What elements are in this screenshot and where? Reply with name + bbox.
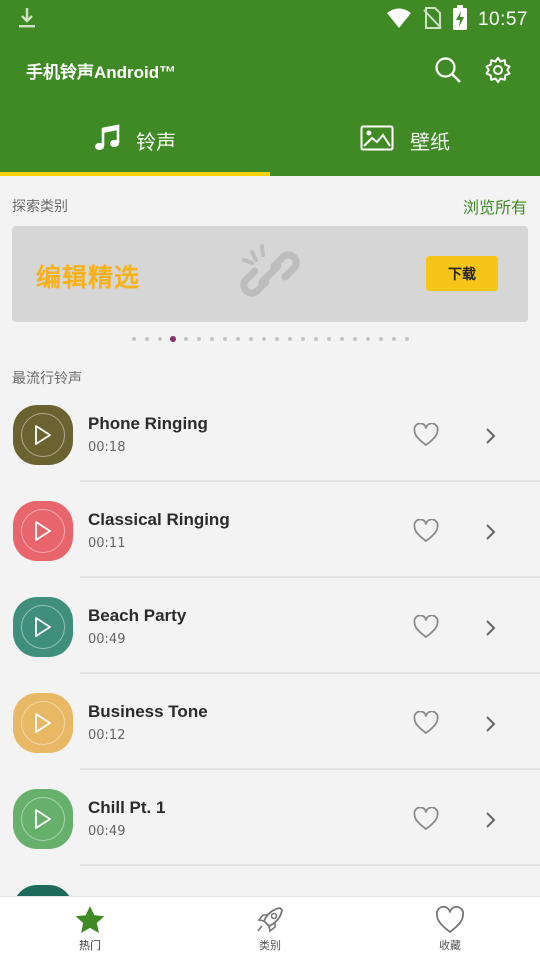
pager-dot <box>352 337 357 341</box>
ringtone-name: Beach Party <box>88 606 187 625</box>
music-note-icon <box>94 124 120 156</box>
heart-icon[interactable] <box>413 518 439 547</box>
no-sim-icon <box>422 6 442 34</box>
play-icon <box>35 617 51 637</box>
bottom-nav: 热门 类别 收藏 <box>0 896 540 960</box>
play-button[interactable] <box>13 501 73 561</box>
play-icon <box>35 425 51 445</box>
play-button[interactable] <box>13 405 73 465</box>
pager-dot <box>339 337 344 341</box>
pager-dot <box>261 337 266 341</box>
heart-icon[interactable] <box>413 422 439 451</box>
play-icon <box>35 809 51 829</box>
heart-icon <box>434 905 466 939</box>
chevron-right-icon[interactable] <box>485 523 497 545</box>
list-item[interactable]: Chill Pt. 1 00:49 <box>0 770 540 866</box>
app-title: 手机铃声Android™ <box>26 63 177 82</box>
banner-title: 编辑精选 <box>36 263 141 292</box>
browse-all-link[interactable]: 浏览所有 <box>463 194 527 218</box>
ringtone-duration: 00:49 <box>88 632 126 647</box>
ringtone-name: Phone Ringing <box>88 414 208 433</box>
play-button[interactable] <box>13 789 73 849</box>
ringtone-duration: 00:12 <box>88 728 126 743</box>
chevron-right-icon[interactable] <box>485 811 497 833</box>
nav-label: 类别 <box>259 939 281 952</box>
pager-dot <box>287 337 292 341</box>
list-item[interactable]: Phone Ringing 00:18 <box>0 386 540 482</box>
tab-label: 壁纸 <box>410 129 450 154</box>
list-item[interactable]: Classical Ringing 00:11 <box>0 482 540 578</box>
ringtone-name: Classical Ringing <box>88 510 230 529</box>
nav-label: 热门 <box>79 939 101 952</box>
nav-favorites[interactable]: 收藏 <box>360 897 540 960</box>
wifi-icon <box>386 7 412 33</box>
heart-icon[interactable] <box>413 614 439 643</box>
tab-wallpapers[interactable]: 壁纸 <box>270 104 540 176</box>
settings-icon[interactable] <box>484 56 512 88</box>
image-icon <box>360 125 394 155</box>
pager-dot <box>235 337 240 341</box>
pager-dot <box>391 337 396 341</box>
clock: 10:57 <box>477 9 528 30</box>
list-item[interactable]: Beach Party 00:49 <box>0 578 540 674</box>
play-button[interactable] <box>13 693 73 753</box>
tab-bar: 铃声 壁纸 <box>0 104 540 176</box>
pager-dot <box>144 337 149 341</box>
search-icon[interactable] <box>434 56 462 88</box>
chevron-right-icon[interactable] <box>485 427 497 449</box>
banner-pager <box>0 334 540 344</box>
star-icon <box>74 905 106 939</box>
featured-banner[interactable]: 编辑精选 下载 <box>12 226 528 322</box>
status-bar: 10:57 <box>0 0 540 36</box>
chevron-right-icon[interactable] <box>485 619 497 641</box>
pager-dot <box>378 337 383 341</box>
tab-indicator <box>0 172 270 176</box>
pager-dot <box>157 337 162 341</box>
pager-dot <box>131 337 136 341</box>
nav-popular[interactable]: 热门 <box>0 897 180 960</box>
pager-dot <box>300 337 305 341</box>
list-item[interactable]: Business Tone 00:12 <box>0 674 540 770</box>
pager-dot-active <box>169 336 176 342</box>
heart-icon[interactable] <box>413 710 439 739</box>
nav-label: 收藏 <box>439 939 461 952</box>
ringtone-duration: 00:11 <box>88 536 126 551</box>
chevron-right-icon[interactable] <box>485 715 497 737</box>
pager-dot <box>326 337 331 341</box>
pager-dot <box>404 337 409 341</box>
tab-label: 铃声 <box>136 129 176 154</box>
battery-charging-icon <box>452 5 468 35</box>
ringtone-duration: 00:18 <box>88 440 126 455</box>
pager-dot <box>209 337 214 341</box>
pager-dot <box>222 337 227 341</box>
pager-dot <box>183 337 188 341</box>
pager-dot <box>196 337 201 341</box>
section-label: 探索类别 <box>12 199 68 215</box>
download-button[interactable]: 下载 <box>426 256 498 291</box>
download-icon <box>16 6 38 34</box>
section-label: 最流行铃声 <box>12 371 82 387</box>
explore-header: 探索类别 浏览所有 <box>0 194 540 218</box>
ringtone-name: Chill Pt. 1 <box>88 798 166 817</box>
pager-dot <box>365 337 370 341</box>
tab-ringtones[interactable]: 铃声 <box>0 104 270 176</box>
play-icon <box>35 521 51 541</box>
play-button[interactable] <box>13 597 73 657</box>
pager-dot <box>313 337 318 341</box>
ringtone-duration: 00:49 <box>88 824 126 839</box>
nav-categories[interactable]: 类别 <box>180 897 360 960</box>
pager-dot <box>248 337 253 341</box>
play-icon <box>35 713 51 733</box>
heart-icon[interactable] <box>413 806 439 835</box>
broken-link-icon <box>238 242 302 310</box>
ringtone-name: Business Tone <box>88 702 208 721</box>
pager-dot <box>274 337 279 341</box>
app-bar: 手机铃声Android™ <box>0 36 540 104</box>
rocket-icon <box>254 905 286 939</box>
